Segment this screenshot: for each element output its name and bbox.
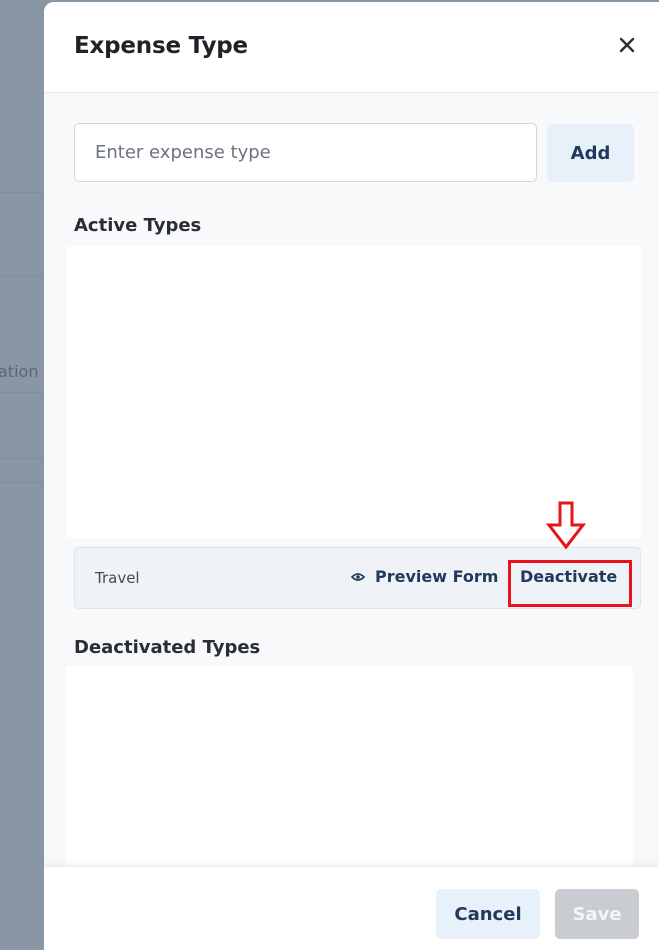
modal-title: Expense Type	[74, 33, 248, 59]
cancel-button[interactable]: Cancel	[436, 889, 540, 939]
background-divider	[0, 192, 44, 193]
background-divider	[0, 276, 44, 277]
annotation-highlight-box	[508, 560, 632, 607]
add-button[interactable]: Add	[547, 124, 634, 182]
close-icon	[619, 37, 635, 53]
background-divider	[0, 392, 44, 393]
active-types-list	[67, 246, 641, 538]
deactivated-types-heading: Deactivated Types	[74, 637, 261, 658]
eye-icon	[351, 572, 365, 581]
close-button[interactable]	[614, 32, 640, 58]
modal-header: Expense Type	[44, 2, 659, 93]
expense-type-modal: Expense Type Add Active Types Travel Pre…	[44, 2, 659, 950]
background-divider	[0, 458, 44, 459]
save-button[interactable]: Save	[555, 889, 639, 939]
background-text: ation t	[0, 362, 50, 381]
expense-type-name: Travel	[95, 569, 140, 587]
modal-footer: Cancel Save	[44, 866, 659, 950]
active-types-heading: Active Types	[74, 215, 202, 236]
preview-form-label: Preview Form	[375, 567, 499, 586]
preview-form-button[interactable]: Preview Form	[351, 567, 498, 586]
expense-type-input[interactable]	[74, 123, 537, 182]
down-arrow-icon	[546, 501, 586, 550]
deactivated-types-list	[66, 666, 633, 866]
background-divider	[0, 482, 44, 483]
